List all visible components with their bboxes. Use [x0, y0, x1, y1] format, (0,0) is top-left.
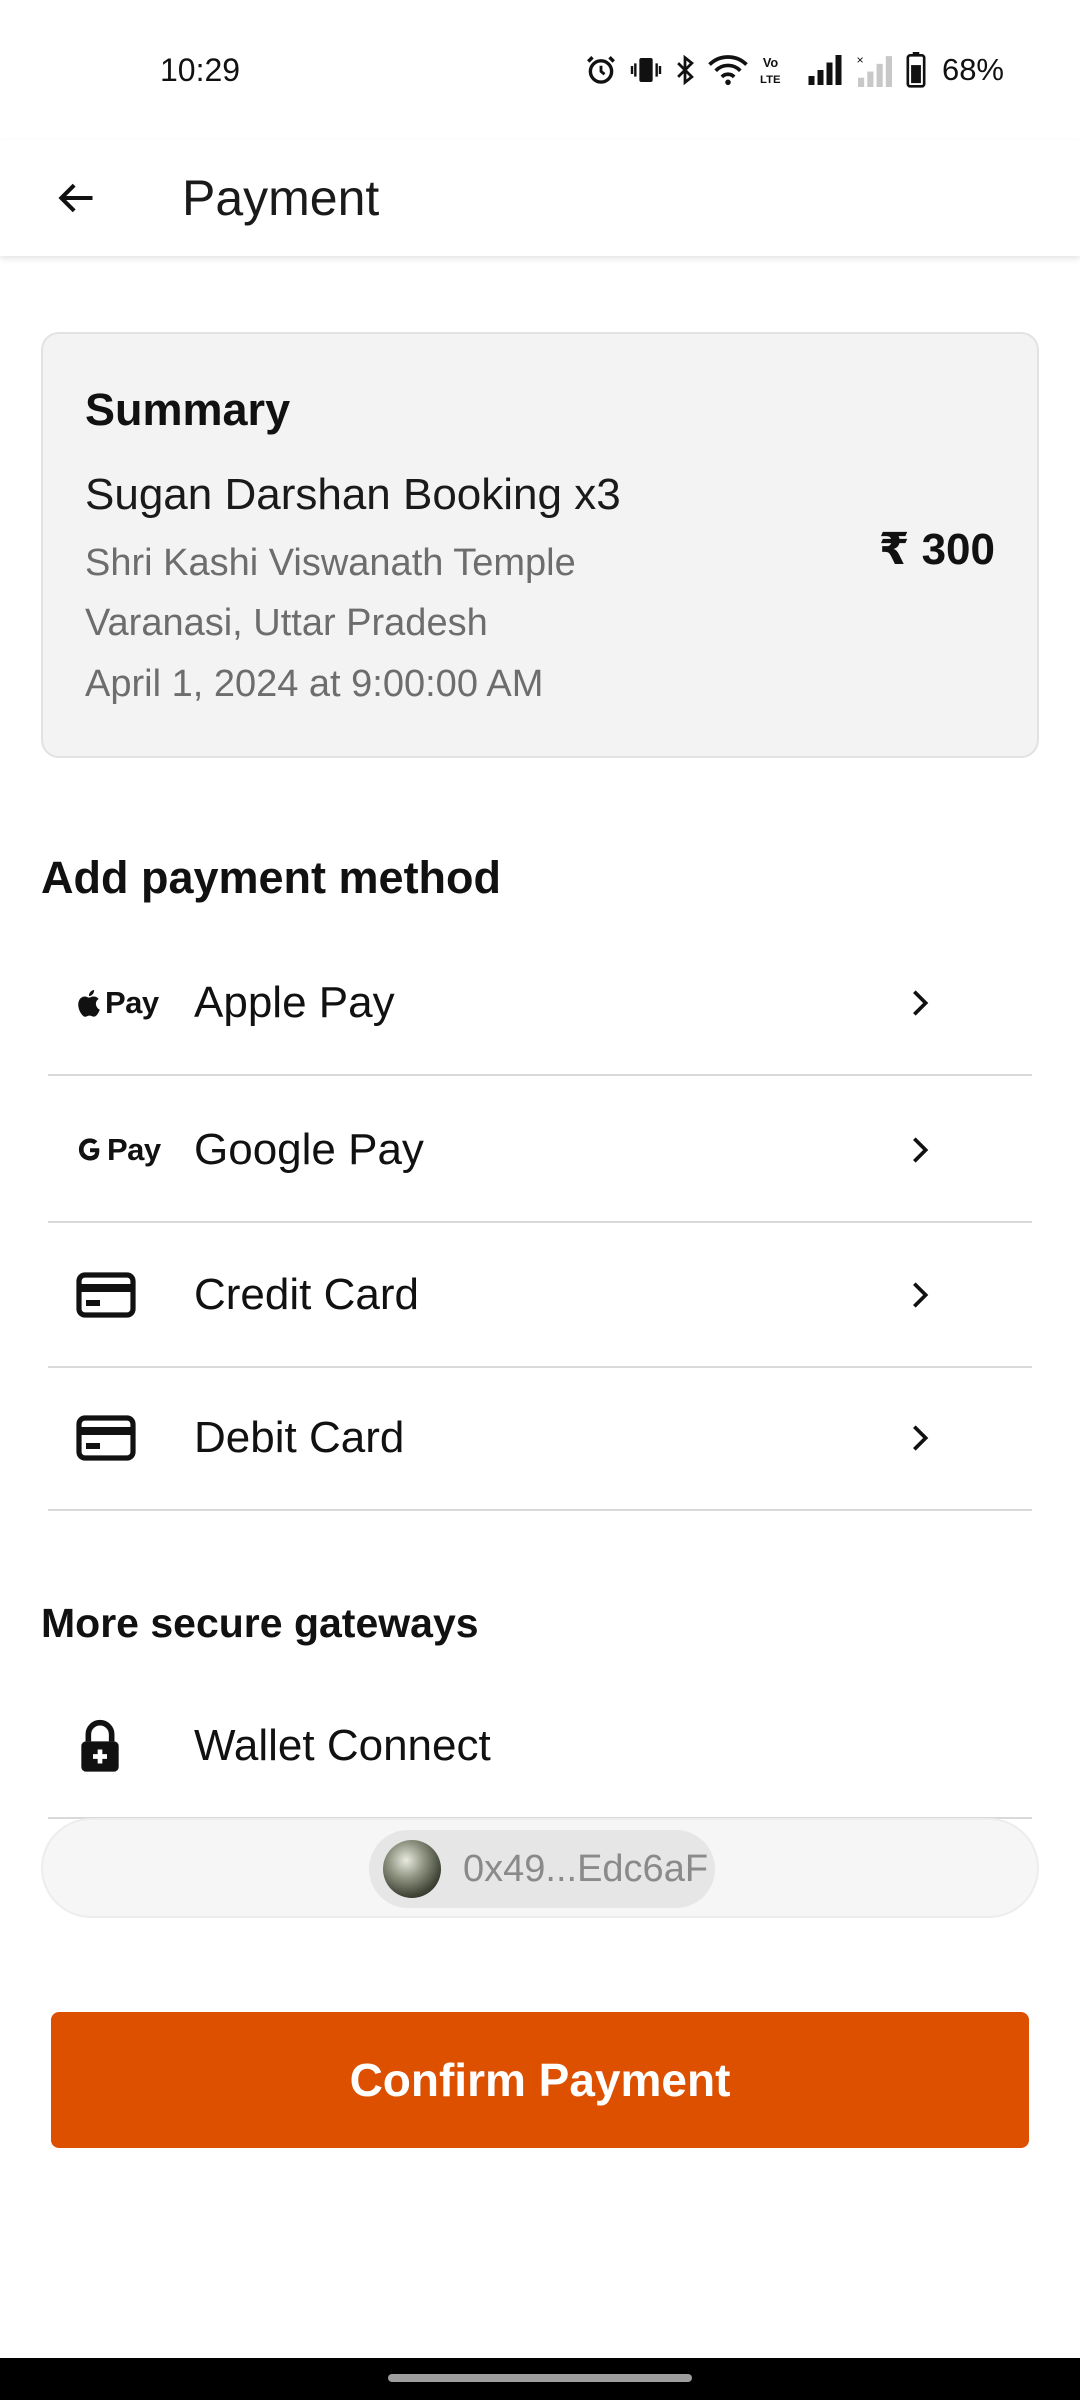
wallet-address-chip[interactable]: 0x49...Edc6aF: [369, 1830, 715, 1908]
google-pay-logo-text: Pay: [107, 1132, 161, 1167]
status-time: 10:29: [160, 52, 241, 88]
temple-name: Shri Kashi Viswanath Temple: [85, 542, 576, 584]
signal-no-service-icon: ×: [856, 53, 892, 87]
svg-text:×: ×: [856, 53, 863, 67]
total-price: ₹ 300: [878, 525, 995, 574]
temple-location: Varanasi, Uttar Pradesh: [85, 602, 488, 644]
summary-title: Summary: [85, 384, 291, 435]
debit-card-icon: [76, 1415, 136, 1461]
status-icons: Vo LTE × 68%: [584, 50, 1004, 90]
svg-text:LTE: LTE: [760, 74, 781, 86]
volte-icon: Vo LTE: [760, 55, 781, 86]
lock-plus-icon: [76, 1718, 124, 1774]
booking-datetime: April 1, 2024 at 9:00:00 AM: [85, 663, 544, 705]
battery-icon: [906, 52, 926, 88]
credit-card-label: Credit Card: [194, 1270, 419, 1319]
page-title: Payment: [182, 170, 380, 226]
secure-gateways-title: More secure gateways: [41, 1600, 479, 1646]
google-pay-label: Google Pay: [194, 1125, 424, 1174]
payment-method-google-pay[interactable]: Pay Google Pay: [48, 1079, 1032, 1223]
payment-method-apple-pay[interactable]: Pay Apple Pay: [48, 932, 1032, 1076]
svg-text:Vo: Vo: [763, 55, 779, 70]
vibrate-icon: [630, 58, 662, 82]
app-bar: Payment: [0, 140, 1080, 256]
credit-card-icon: [76, 1272, 136, 1318]
chevron-right-icon: [900, 1130, 940, 1170]
booking-name: Sugan Darshan Booking x3: [85, 470, 621, 519]
chevron-right-icon: [900, 983, 940, 1023]
apple-pay-label: Apple Pay: [194, 978, 395, 1027]
wallet-address: 0x49...Edc6aF: [463, 1847, 709, 1890]
chevron-right-icon: [900, 1275, 940, 1315]
payment-method-credit-card[interactable]: Credit Card: [48, 1224, 1032, 1368]
apple-pay-icon: Pay: [76, 985, 159, 1021]
wifi-icon: [708, 55, 748, 86]
back-button[interactable]: [40, 162, 112, 234]
bluetooth-icon: [677, 54, 694, 86]
wallet-avatar: [383, 1840, 441, 1898]
wallet-account-bar: 0x49...Edc6aF: [41, 1818, 1039, 1918]
home-indicator[interactable]: [388, 2374, 692, 2382]
arrow-left-icon: [58, 183, 93, 213]
debit-card-label: Debit Card: [194, 1413, 405, 1462]
chevron-right-icon: [900, 1418, 940, 1458]
payment-method-debit-card[interactable]: Debit Card: [48, 1367, 1032, 1511]
wallet-connect-label: Wallet Connect: [194, 1721, 491, 1770]
confirm-payment-button[interactable]: Confirm Payment: [51, 2012, 1029, 2148]
signal-icon: [808, 55, 842, 85]
payment-method-wallet-connect[interactable]: Wallet Connect: [48, 1675, 1032, 1819]
system-navigation-bar: [0, 2358, 1080, 2400]
status-bar: 10:29 Vo LTE × 68%: [0, 0, 1080, 140]
battery-percent: 68%: [941, 52, 1004, 87]
apple-pay-logo-text: Pay: [105, 985, 159, 1020]
alarm-icon: [587, 56, 615, 84]
summary-card: Summary Sugan Darshan Booking x3 Shri Ka…: [41, 332, 1039, 758]
add-payment-method-title: Add payment method: [41, 852, 502, 903]
google-pay-icon: Pay: [76, 1132, 161, 1168]
